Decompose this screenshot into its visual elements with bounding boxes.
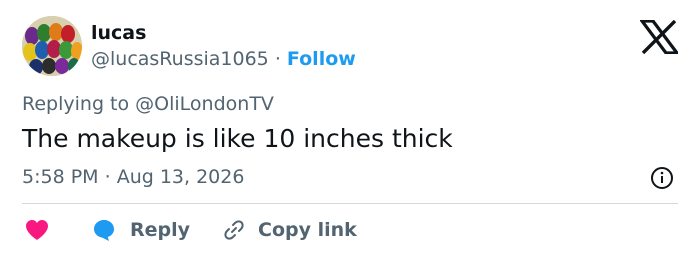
reply-label: Reply [130,219,191,241]
link-icon [224,220,244,240]
author-name[interactable]: lucas [91,22,146,44]
avatar[interactable] [22,16,82,76]
reply-context: Replying to @OliLondonTV [22,93,274,115]
timestamp-separator: · [104,166,111,188]
avatar-image [22,16,82,76]
tweet-date: Aug 13, 2026 [116,166,245,188]
handle-separator: · [274,48,281,70]
follow-button[interactable]: Follow [287,48,356,70]
author-handle[interactable]: @lucasRussia1065 [91,48,269,70]
tweet-timestamp[interactable]: 5:58 PM · Aug 13, 2026 [22,166,244,188]
copy-link-label: Copy link [258,219,357,241]
x-logo-icon[interactable] [640,20,678,54]
reply-target-handle[interactable]: @OliLondonTV [135,93,274,115]
reply-context-prefix: Replying to [22,93,136,115]
tweet-actions: Reply Copy link [22,216,357,244]
divider [22,203,678,204]
author-handle-line: @lucasRussia1065 · Follow [91,48,356,70]
speech-bubble-icon [94,220,114,241]
tweet-time: 5:58 PM [22,166,99,188]
info-icon[interactable] [650,166,674,190]
reply-button[interactable]: Reply [92,218,190,242]
tweet-text: The makeup is like 10 inches thick [22,124,453,153]
heart-icon[interactable] [24,218,50,242]
copy-link-button[interactable]: Copy link [222,218,357,242]
